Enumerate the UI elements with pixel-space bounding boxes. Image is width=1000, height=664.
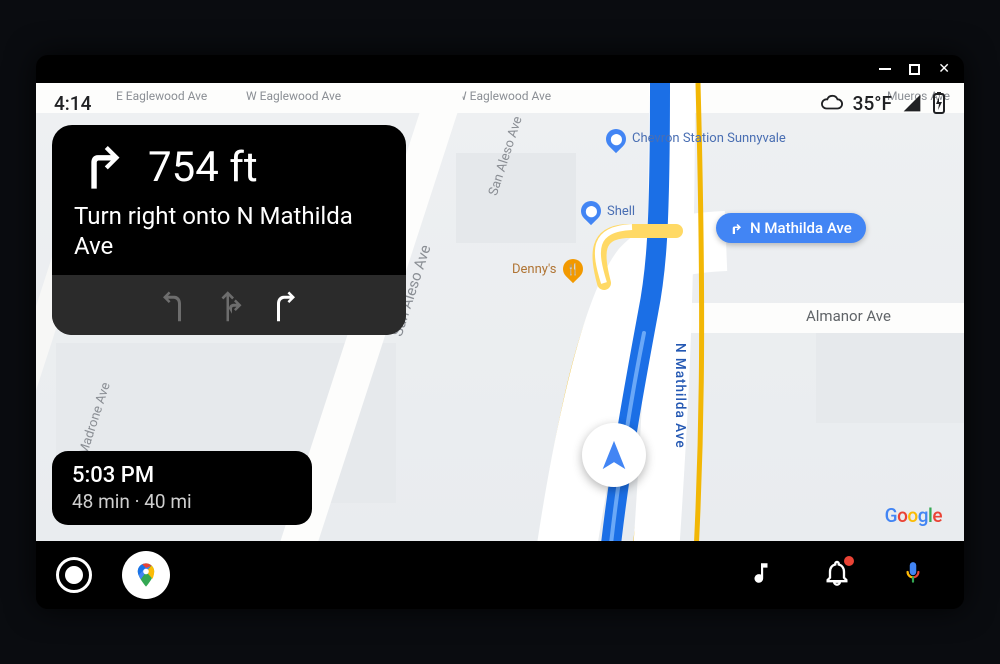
map-canvas[interactable]: E Eaglewood Ave W Eaglewood Ave W Eaglew…: [36, 83, 964, 541]
eta-card[interactable]: 5:03 PM 48 min · 40 mi: [52, 451, 312, 525]
poi-shell[interactable]: ⬤ Shell: [581, 201, 635, 221]
poi-label: Chevron Station Sunnyvale: [632, 132, 732, 146]
google-attribution: Google: [885, 504, 942, 527]
lane-straight-right-icon: [214, 285, 244, 325]
nav-bar: [36, 541, 964, 609]
eta-arrival: 5:03 PM: [72, 463, 292, 488]
navigation-cursor[interactable]: [582, 423, 646, 487]
poi-label: Denny's: [512, 262, 557, 277]
voice-assistant-button[interactable]: [898, 557, 928, 593]
direction-instruction: Turn right onto N Mathilda Ave: [74, 201, 384, 261]
device-frame: ✕ E Eaglewood Ave W Eaglewood Ave W Eagl…: [36, 55, 964, 609]
google-maps-icon: [132, 561, 160, 589]
poi-label: Shell: [607, 204, 635, 219]
turn-right-icon: [74, 141, 126, 193]
lane-right-icon: [270, 285, 300, 325]
street-badge-label: N Mathilda Ave: [750, 219, 852, 237]
eta-summary: 48 min · 40 mi: [72, 490, 292, 513]
maximize-icon[interactable]: [909, 64, 920, 75]
turn-right-icon: [726, 219, 744, 237]
microphone-icon: [900, 557, 926, 589]
poi-dennys[interactable]: Denny's 🍴: [512, 259, 583, 279]
lane-guidance: [52, 275, 406, 335]
music-note-icon: [748, 558, 774, 588]
window-controls: ✕: [879, 55, 964, 83]
direction-distance: 754 ft: [148, 143, 258, 192]
minimize-icon[interactable]: [879, 68, 891, 70]
street-label: N Mathilda Ave: [672, 343, 688, 449]
lane-left-icon: [158, 285, 188, 325]
home-button[interactable]: [56, 557, 92, 593]
poi-chevron[interactable]: ⬤ Chevron Station Sunnyvale: [606, 129, 732, 149]
music-button[interactable]: [746, 558, 776, 592]
direction-card[interactable]: 754 ft Turn right onto N Mathilda Ave: [52, 125, 406, 335]
close-icon[interactable]: ✕: [938, 62, 950, 76]
navigation-arrow-icon: [597, 438, 631, 472]
street-badge[interactable]: N Mathilda Ave: [716, 213, 866, 243]
notifications-button[interactable]: [822, 558, 852, 592]
notification-dot-icon: [844, 556, 854, 566]
maps-app-button[interactable]: [122, 551, 170, 599]
